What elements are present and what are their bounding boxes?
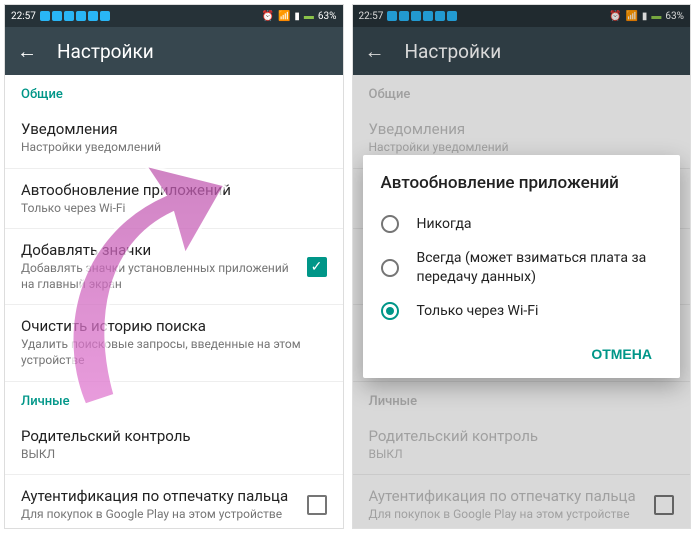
- item-title: Аутентификация по отпечатку пальца: [21, 487, 299, 505]
- dialog-title: Автообновление приложений: [381, 173, 663, 193]
- item-sub: ВЫКЛ: [21, 447, 327, 463]
- settings-list[interactable]: Общие Уведомления Настройки уведомлений …: [5, 75, 343, 529]
- item-title: Очистить историю поиска: [21, 317, 327, 335]
- signal-icon: ▮: [294, 11, 300, 22]
- item-add-icons[interactable]: Добавлять значки Добавлять значки устано…: [5, 229, 343, 305]
- battery-pct: 63%: [318, 11, 337, 22]
- radio-label: Никогда: [417, 215, 472, 233]
- app-bar: ← Настройки: [5, 27, 343, 75]
- item-clear-history[interactable]: Очистить историю поиска Удалить поисковы…: [5, 305, 343, 381]
- item-sub: Настройки уведомлений: [21, 140, 327, 156]
- page-title: Настройки: [57, 40, 154, 63]
- status-bar: 22:57 ⏰ 📶 ▮ ▬ 63%: [5, 5, 343, 27]
- item-title: Родительский контроль: [21, 427, 327, 445]
- section-general: Общие: [5, 75, 343, 108]
- item-fingerprint[interactable]: Аутентификация по отпечатку пальца Для п…: [5, 475, 343, 529]
- radio-icon: [381, 302, 399, 320]
- status-notif-icons: [40, 11, 110, 21]
- item-autoupdate[interactable]: Автообновление приложений Только через W…: [5, 169, 343, 230]
- radio-icon: [381, 259, 399, 277]
- wifi-icon: 📶: [278, 11, 290, 22]
- autoupdate-dialog: Автообновление приложений Никогда Всегда…: [363, 155, 681, 378]
- item-title: Уведомления: [21, 120, 327, 138]
- battery-icon: ▬: [304, 11, 314, 22]
- checkbox-add-icons[interactable]: ✓: [307, 257, 327, 277]
- radio-option-never[interactable]: Никогда: [381, 207, 663, 241]
- section-personal: Личные: [5, 382, 343, 415]
- item-title: Добавлять значки: [21, 241, 299, 259]
- item-sub: Удалить поисковые запросы, введенные на …: [21, 337, 327, 368]
- radio-icon: [381, 215, 399, 233]
- item-sub: Для покупок в Google Play на этом устрой…: [21, 507, 299, 523]
- radio-label: Только через Wi-Fi: [417, 302, 539, 320]
- radio-option-always[interactable]: Всегда (может взиматься плата за передач…: [381, 241, 663, 293]
- screenshot-right: 22:57 ⏰ 📶 ▮ ▬ 63% ← Настройки Общие Увед…: [352, 4, 692, 529]
- screenshot-left: 22:57 ⏰ 📶 ▮ ▬ 63% ← Настройки Общие Увед…: [4, 4, 344, 529]
- status-right: ⏰ 📶 ▮ ▬ 63%: [262, 11, 337, 22]
- item-sub: Добавлять значки установленных приложени…: [21, 261, 299, 292]
- checkbox-fingerprint[interactable]: [307, 495, 327, 515]
- item-notifications[interactable]: Уведомления Настройки уведомлений: [5, 108, 343, 169]
- alarm-icon: ⏰: [262, 11, 274, 22]
- radio-option-wifi[interactable]: Только через Wi-Fi: [381, 294, 663, 328]
- dialog-scrim[interactable]: Автообновление приложений Никогда Всегда…: [353, 5, 691, 528]
- item-sub: Только через Wi-Fi: [21, 201, 327, 217]
- cancel-button[interactable]: ОТМЕНА: [581, 338, 662, 370]
- radio-label: Всегда (может взиматься плата за передач…: [417, 249, 663, 285]
- item-title: Автообновление приложений: [21, 181, 327, 199]
- item-parental[interactable]: Родительский контроль ВЫКЛ: [5, 415, 343, 476]
- status-time: 22:57: [11, 11, 36, 22]
- back-arrow-icon[interactable]: ←: [17, 41, 37, 61]
